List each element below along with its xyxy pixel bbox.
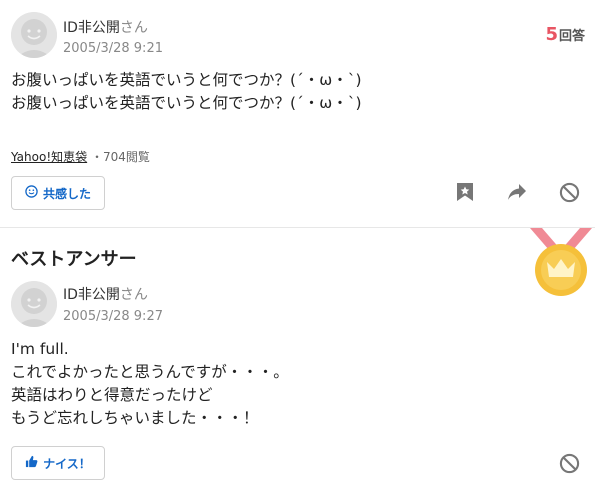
best-answer-title: ベストアンサー	[11, 249, 137, 270]
thumbs-up-icon	[25, 455, 38, 471]
question-date: 2005/3/28 9:21	[63, 41, 163, 56]
question-line: お腹いっぱいを英語でいうと何でつか？(´・ω・`)	[11, 71, 362, 89]
source-link[interactable]: Yahoo!知恵袋	[11, 150, 87, 164]
answer-count-number: 5	[545, 24, 558, 45]
empathy-button[interactable]: 共感した	[11, 176, 105, 210]
question-line: お腹いっぱいを英語でいうと何でつか？(´・ω・`)	[11, 94, 362, 112]
answer-date: 2005/3/28 9:27	[63, 309, 163, 324]
empathy-label: 共感した	[42, 186, 91, 201]
block-icon[interactable]	[556, 179, 582, 205]
block-icon[interactable]	[556, 450, 582, 476]
user-name-text: ID非公開	[63, 287, 120, 303]
user-suffix: さん	[119, 287, 148, 303]
answer-count[interactable]: 5回答	[545, 24, 585, 45]
answer-line: 英語はわりと得意だったけど	[11, 386, 213, 404]
answer-line: これでよかったと思うんですが・・・。	[11, 363, 289, 381]
question-user-name[interactable]: ID非公開さん	[63, 17, 148, 37]
answer-line: I'm full.	[11, 340, 69, 358]
user-name-text: ID非公開	[63, 20, 120, 36]
question-body: お腹いっぱいを英語でいうと何でつか？(´・ω・`) お腹いっぱいを英語でいうと何…	[11, 69, 362, 115]
nice-button[interactable]: ナイス！	[11, 446, 105, 480]
answer-body: I'm full. これでよかったと思うんですが・・・。 英語はわりと得意だった…	[11, 338, 289, 430]
answer-user-name[interactable]: ID非公開さん	[63, 284, 148, 304]
gold-medal-icon	[528, 226, 594, 298]
bookmark-icon[interactable]	[452, 179, 478, 205]
smile-icon	[25, 185, 38, 201]
view-count: ・704閲覧	[90, 150, 150, 164]
divider	[0, 227, 595, 228]
user-suffix: さん	[119, 20, 148, 36]
answer-count-label: 回答	[558, 29, 585, 44]
nice-label: ナイス！	[43, 456, 91, 471]
question-meta: Yahoo!知恵袋 ・704閲覧	[11, 148, 150, 165]
avatar	[11, 281, 57, 327]
avatar	[11, 12, 57, 58]
share-icon[interactable]	[504, 179, 530, 205]
answer-line: もうど忘れしちゃいました・・・！	[11, 409, 259, 427]
